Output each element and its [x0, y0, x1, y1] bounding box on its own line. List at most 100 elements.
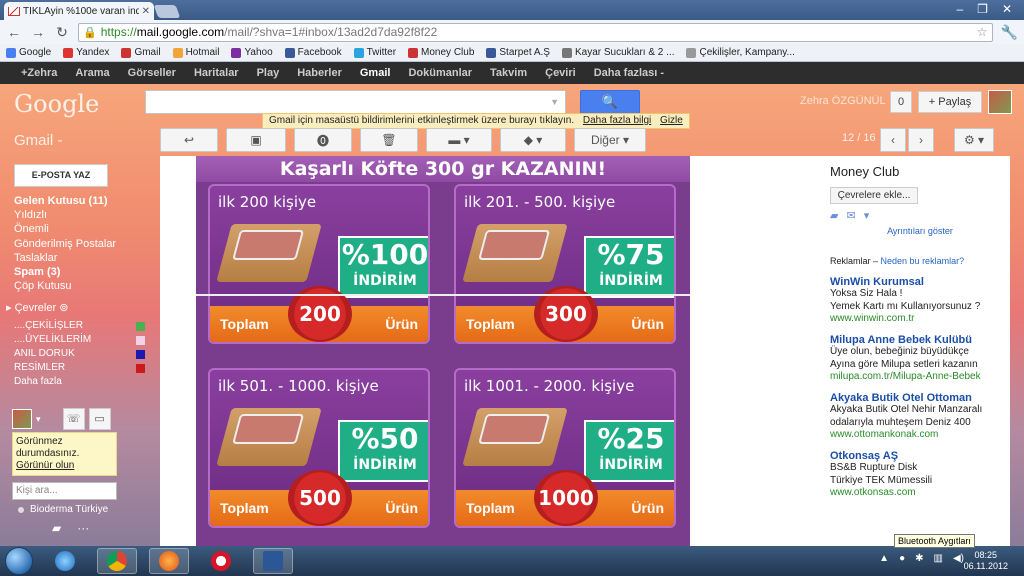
bookmark-yandex[interactable]: Yandex [63, 47, 109, 58]
close-tab-icon[interactable]: ✕ [142, 6, 150, 17]
gmail-menu-label[interactable]: Gmail - [14, 132, 62, 149]
taskbar-ie[interactable] [45, 548, 85, 574]
ad-item[interactable]: Otkonsaş AŞ BS&B Rupture Disk Türkiye TE… [830, 450, 1010, 498]
skype-icon[interactable]: ● [899, 553, 905, 564]
gbar-item-gmail[interactable]: Gmail [351, 67, 400, 79]
new-tab-button[interactable] [153, 5, 181, 18]
browser-tab[interactable]: TIKLAyin %100e varan indi ✕ [4, 2, 154, 20]
bookmark-yahoo[interactable]: Yahoo [231, 47, 273, 58]
archive-button[interactable]: ▣ [226, 128, 286, 152]
gbar-item-dokumanlar[interactable]: Dokümanlar [399, 67, 481, 79]
gbar-item-takvim[interactable]: Takvim [481, 67, 536, 79]
search-button[interactable]: 🔍 [580, 90, 640, 114]
start-button[interactable] [5, 547, 33, 575]
nav-item-drafts[interactable]: Taslaklar [14, 251, 154, 265]
reload-icon[interactable]: ↻ [54, 24, 70, 41]
ad-item[interactable]: Milupa Anne Bebek Kulübü Üye olun, bebeğ… [830, 334, 1010, 382]
minimize-icon[interactable]: – [956, 2, 963, 16]
notice-more-link[interactable]: Daha fazla bilgi [583, 115, 651, 126]
circle-item[interactable]: ....ÜYELİKLERİM [6, 333, 151, 347]
forward-icon[interactable]: → [30, 24, 46, 40]
more-actions-button[interactable]: Diğer ▾ [574, 128, 646, 152]
chevron-down-icon[interactable]: ▾ [864, 209, 870, 222]
search-options-icon[interactable]: ▼ [550, 97, 559, 107]
circles-header[interactable]: ▸ Çevreler ⊚ [6, 301, 151, 314]
chat-options-button[interactable]: ▭ [88, 408, 111, 430]
chat-avatar[interactable] [12, 409, 32, 429]
circle-item[interactable]: ....ÇEKİLİŞLER [6, 319, 151, 333]
why-these-ads-link[interactable]: Neden bu reklamlar? [881, 256, 965, 266]
chat-icon[interactable]: ▰ [52, 521, 61, 535]
call-phone-button[interactable]: ☏ [62, 408, 85, 430]
maximize-icon[interactable]: ❐ [977, 2, 988, 16]
share-button[interactable]: + Paylaş [918, 91, 982, 113]
more-dots-icon[interactable]: ··· [77, 521, 89, 535]
notice-hide-link[interactable]: Gizle [660, 115, 683, 126]
circle-item[interactable]: ANIL DORUK [6, 347, 151, 361]
newer-button[interactable]: ‹ [880, 128, 906, 152]
compose-button[interactable]: E-POSTA YAZ [14, 164, 108, 187]
network-icon[interactable]: ▥ [934, 553, 943, 564]
nav-item-spam[interactable]: Spam (3) [14, 265, 154, 279]
bookmark-star-icon[interactable]: ☆ [977, 25, 988, 39]
notification-count[interactable]: 0 [890, 91, 912, 113]
show-details-link[interactable]: Ayrıntıları göster [830, 226, 1010, 236]
avatar[interactable] [988, 90, 1012, 114]
chat-bubble-icon[interactable]: ▰ [830, 209, 838, 222]
volume-icon[interactable]: ◀) [953, 553, 964, 564]
bookmark-google[interactable]: Google [6, 47, 51, 58]
gbar-item-arama[interactable]: Arama [66, 67, 118, 79]
taskbar-chrome[interactable] [97, 548, 137, 574]
gbar-item-play[interactable]: Play [248, 67, 289, 79]
back-to-inbox-button[interactable]: ↩ [160, 128, 218, 152]
bookmark-facebook[interactable]: Facebook [284, 47, 342, 58]
taskbar-opera[interactable] [201, 548, 241, 574]
nav-item-important[interactable]: Önemli [14, 222, 154, 236]
older-button[interactable]: › [908, 128, 934, 152]
become-visible-link[interactable]: Görünür olun [16, 460, 113, 472]
gbar-item-more[interactable]: Daha fazlası - [585, 67, 673, 79]
bluetooth-icon[interactable]: ✱ [915, 553, 923, 564]
bookmark-money-club[interactable]: Money Club [408, 47, 474, 58]
close-window-icon[interactable]: ✕ [1002, 2, 1012, 16]
user-name[interactable]: Zehra ÖZGÜNÜL [800, 95, 886, 107]
bookmark-starpet[interactable]: Starpet A.Ş [486, 47, 550, 58]
back-icon[interactable]: ← [6, 24, 22, 40]
delete-button[interactable]: 🗑 [360, 128, 418, 152]
gbar-item-ceviri[interactable]: Çeviri [536, 67, 585, 79]
bookmark-cekilisler[interactable]: Çekilişler, Kampany... [686, 47, 795, 58]
gbar-item-haritalar[interactable]: Haritalar [185, 67, 248, 79]
ad-item[interactable]: WinWin Kurumsal Yoksa Siz Hala ! Yemek K… [830, 276, 1010, 324]
taskbar-firefox[interactable] [149, 548, 189, 574]
nav-item-trash[interactable]: Çöp Kutusu [14, 279, 154, 293]
bookmark-gmail[interactable]: Gmail [121, 47, 161, 58]
nav-item-inbox[interactable]: Gelen Kutusu (11) [14, 194, 154, 208]
add-to-circles-button[interactable]: Çevrelere ekle... [830, 187, 918, 204]
address-bar[interactable]: 🔒 https:// mail.google.com /mail/?shva=1… [78, 22, 993, 42]
move-to-button[interactable]: ▬ ▾ [426, 128, 492, 152]
labels-button[interactable]: ◆ ▾ [500, 128, 566, 152]
more-link[interactable]: Daha fazla [6, 375, 151, 389]
nav-item-starred[interactable]: Yıldızlı [14, 208, 154, 222]
report-spam-button[interactable]: ⓿ [294, 128, 352, 152]
gbar-item-zehra[interactable]: +Zehra [12, 67, 66, 79]
sender-name[interactable]: Money Club [830, 164, 1010, 179]
gbar-item-gorseller[interactable]: Görseller [119, 67, 185, 79]
bookmark-kayar[interactable]: Kayar Sucukları & 2 ... [561, 47, 674, 58]
status-dropdown-icon[interactable]: ▾ [36, 414, 41, 425]
notice-text[interactable]: Gmail için masaüstü bildirimlerini etkin… [269, 115, 574, 126]
circle-item[interactable]: RESİMLER [6, 361, 151, 375]
contact-search-input[interactable]: Kişi ara... [12, 482, 117, 500]
chat-contact[interactable]: Bioderma Türkiye [12, 504, 117, 515]
wrench-icon[interactable]: 🔧 [1001, 24, 1018, 41]
ad-item[interactable]: Akyaka Butik Otel Ottoman Akyaka Butik O… [830, 392, 1010, 440]
gbar-item-haberler[interactable]: Haberler [288, 67, 351, 79]
google-logo[interactable]: Google [14, 90, 99, 118]
show-hidden-icons-icon[interactable]: ▲ [879, 553, 889, 564]
taskbar-clock[interactable]: 08:25 06.11.2012 [964, 550, 1008, 572]
email-icon[interactable]: ✉ [846, 209, 855, 222]
bookmark-twitter[interactable]: Twitter [353, 47, 396, 58]
bookmark-hotmail[interactable]: Hotmail [172, 47, 219, 58]
taskbar-word[interactable] [253, 548, 293, 574]
nav-item-sent[interactable]: Gönderilmiş Postalar [14, 237, 154, 251]
